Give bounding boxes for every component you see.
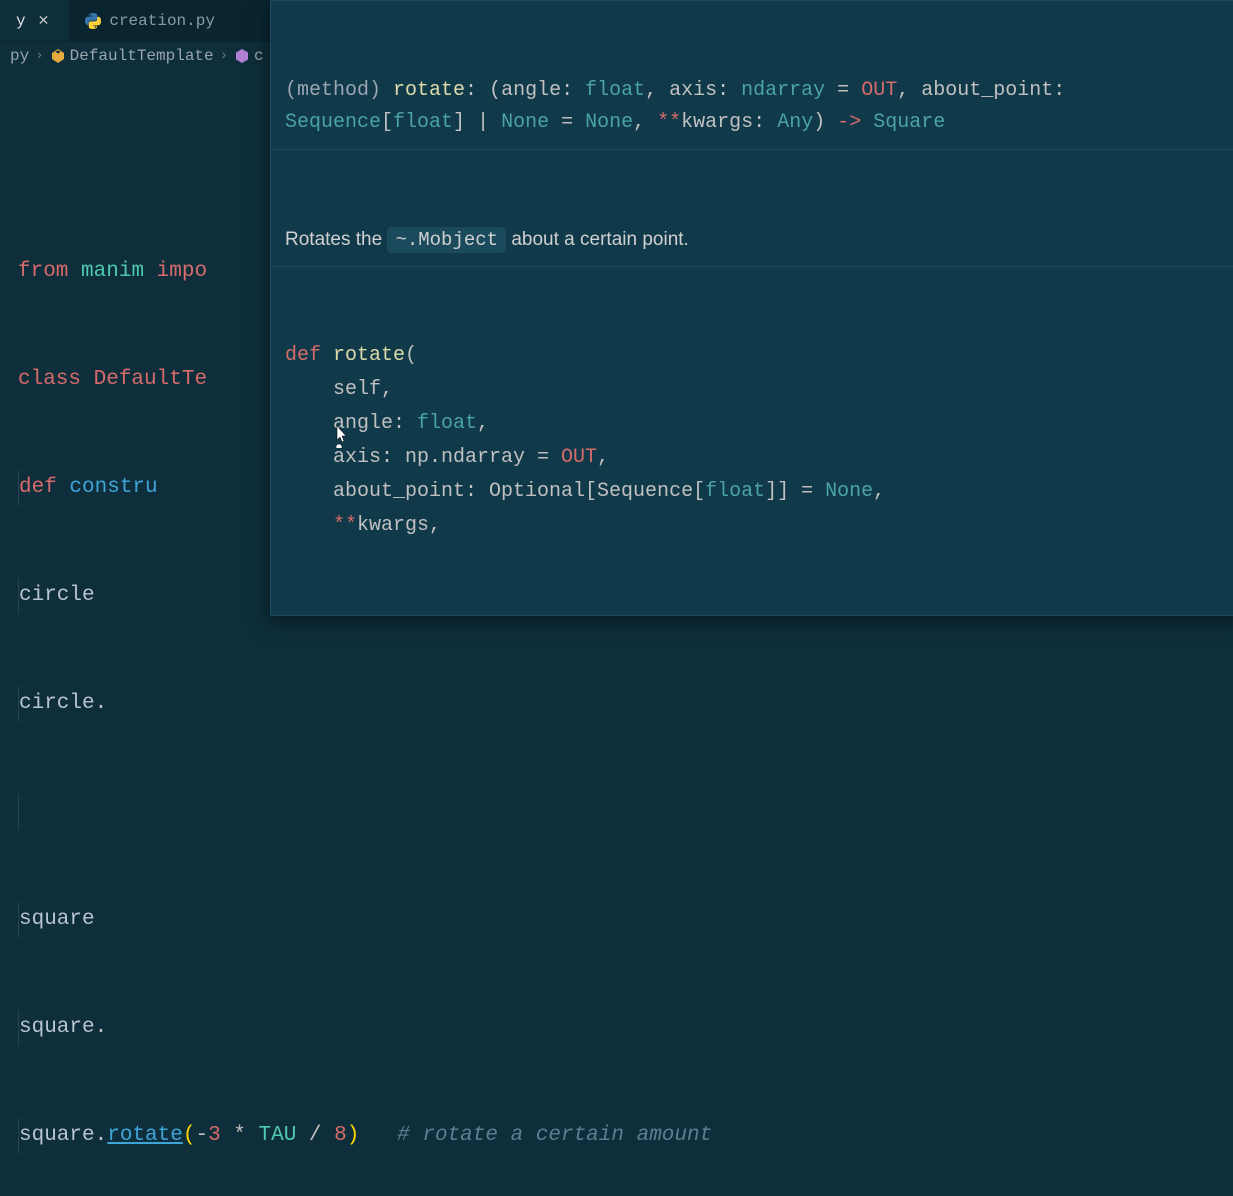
hover-tooltip: (method) rotate: (angle: float, axis: nd… xyxy=(270,0,1233,616)
python-icon xyxy=(85,13,101,29)
tooltip-signature: (method) rotate: (angle: float, axis: nd… xyxy=(271,65,1233,150)
tab-label: creation.py xyxy=(109,12,215,30)
breadcrumb-label: c xyxy=(254,47,264,65)
tab-label: y xyxy=(16,12,26,30)
method-icon xyxy=(234,48,250,64)
code-line[interactable] xyxy=(18,794,1233,830)
breadcrumb-label: DefaultTemplate xyxy=(70,47,214,65)
doc-code: ~.Mobject xyxy=(387,227,506,253)
chevron-right-icon: › xyxy=(220,48,228,64)
hovered-symbol[interactable]: rotate xyxy=(107,1118,183,1154)
breadcrumb-item[interactable]: DefaultTemplate xyxy=(50,47,214,65)
editor[interactable]: (method) rotate: (angle: float, axis: nd… xyxy=(0,70,1233,1196)
close-icon[interactable]: ✕ xyxy=(34,11,54,32)
breadcrumb-label: py xyxy=(10,47,29,65)
chevron-right-icon: › xyxy=(35,48,43,64)
code-line[interactable]: square.rotate(-3 * TAU / 8) # rotate a c… xyxy=(18,1118,1233,1154)
class-icon xyxy=(50,48,66,64)
code-line[interactable]: circle. xyxy=(18,686,1233,722)
sig-name: rotate xyxy=(393,79,465,102)
sig-kind: (method) xyxy=(285,79,393,102)
tab-creation[interactable]: creation.py xyxy=(69,0,231,41)
code-line[interactable]: square xyxy=(18,902,1233,938)
code-line[interactable]: square. xyxy=(18,1010,1233,1046)
breadcrumb-item[interactable]: c xyxy=(234,47,264,65)
tooltip-doc: Rotates the ~.Mobject about a certain po… xyxy=(271,214,1233,267)
tab-active[interactable]: y ✕ xyxy=(0,0,69,41)
tooltip-code: def rotate( self, angle: float, axis: np… xyxy=(271,331,1233,551)
breadcrumb-item[interactable]: py xyxy=(10,47,29,65)
